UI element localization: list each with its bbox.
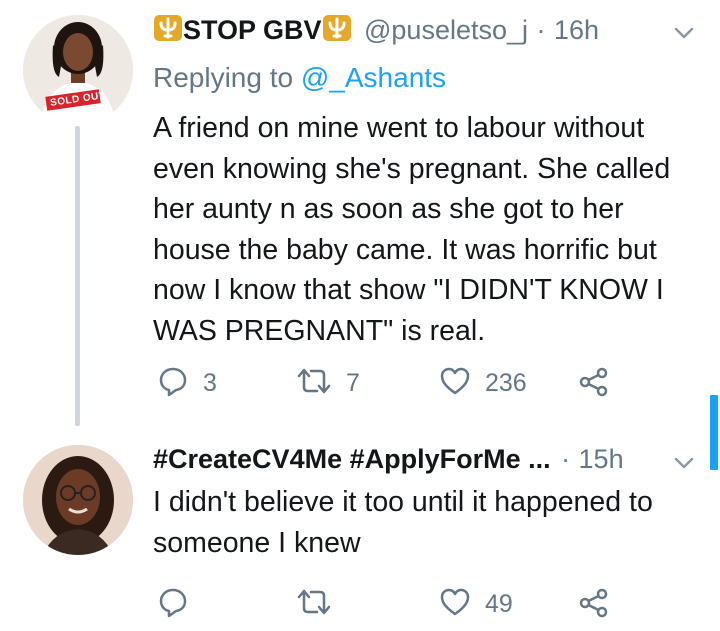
display-name[interactable]: #CreateCV4Me #ApplyForMe ... bbox=[153, 444, 551, 474]
tweet-time[interactable]: 16h bbox=[554, 15, 599, 45]
tweet-text-line: A friend on mine went to labour without bbox=[153, 112, 645, 144]
time-separator: · bbox=[561, 444, 571, 474]
reply-button[interactable] bbox=[157, 586, 189, 623]
share-button[interactable] bbox=[578, 587, 610, 624]
scrollbar-thumb[interactable] bbox=[710, 395, 718, 470]
tweet-text-line: even knowing she's pregnant. She called bbox=[153, 152, 671, 185]
tweet-body: I didn't believe it too until it happene… bbox=[153, 482, 653, 563]
reply-count: 3 bbox=[203, 369, 217, 397]
tweet-header: STOP GBV @puseletso_j · 16h bbox=[153, 14, 599, 47]
reply-icon bbox=[157, 365, 189, 402]
chevron-down-icon[interactable] bbox=[674, 456, 694, 474]
retweet-button[interactable]: 7 bbox=[296, 367, 360, 400]
retweet-icon bbox=[296, 588, 332, 621]
share-button[interactable] bbox=[578, 366, 610, 403]
like-button[interactable]: 236 bbox=[439, 366, 527, 401]
tweet-text-line: now I know that show "I DIDN'T KNOW I bbox=[153, 274, 664, 306]
profile-photo bbox=[23, 445, 133, 555]
retweet-icon bbox=[296, 367, 332, 400]
tweet-time[interactable]: 15h bbox=[579, 444, 624, 474]
reply-icon bbox=[157, 586, 189, 623]
profile-photo bbox=[23, 15, 133, 125]
user-handle[interactable]: @puseletso_j bbox=[364, 15, 528, 45]
tweet-text-line: house the baby came. It was horrific but bbox=[153, 233, 657, 266]
avatar[interactable]: SOLD OUT bbox=[23, 15, 133, 125]
avatar[interactable] bbox=[23, 445, 133, 555]
tweet-text-line: her aunty n as soon as she got to her bbox=[153, 193, 624, 225]
chevron-down-icon[interactable] bbox=[674, 26, 694, 44]
tweet-text-line: WAS PREGNANT" is real. bbox=[153, 314, 486, 347]
display-name[interactable]: STOP GBV bbox=[183, 15, 322, 45]
share-icon bbox=[578, 587, 610, 624]
like-count: 49 bbox=[485, 590, 513, 618]
tweet-text-line: I didn't believe it too until it happene… bbox=[153, 486, 653, 518]
heart-icon bbox=[439, 366, 471, 401]
share-icon bbox=[578, 366, 610, 403]
retweet-count: 7 bbox=[346, 369, 360, 397]
tweet-body: A friend on mine went to labour without … bbox=[153, 108, 670, 351]
replying-prefix: Replying to bbox=[153, 62, 294, 93]
trident-emoji-icon bbox=[322, 14, 352, 47]
like-button[interactable]: 49 bbox=[439, 587, 513, 622]
tweet-text-line: someone I knew bbox=[153, 526, 361, 559]
trident-emoji-icon bbox=[153, 14, 183, 47]
replying-to: Replying to @_Ashants bbox=[153, 62, 446, 94]
tweet-header: #CreateCV4Me #ApplyForMe ... · 15h bbox=[153, 444, 624, 475]
mention-link[interactable]: @_Ashants bbox=[301, 62, 446, 93]
retweet-button[interactable] bbox=[296, 588, 332, 621]
reply-button[interactable]: 3 bbox=[157, 365, 217, 402]
thread-connector bbox=[75, 126, 80, 426]
time-separator: · bbox=[536, 15, 546, 45]
like-count: 236 bbox=[485, 369, 527, 397]
heart-icon bbox=[439, 587, 471, 622]
